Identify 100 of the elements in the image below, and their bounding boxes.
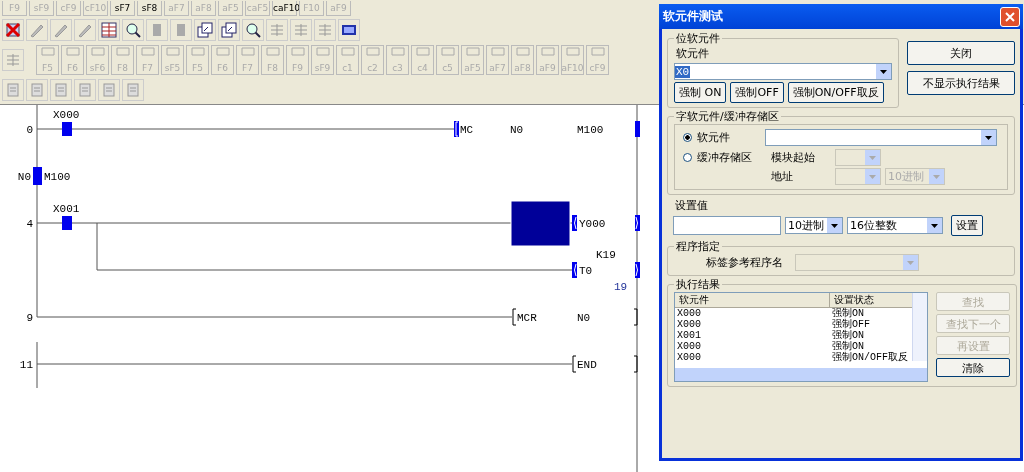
instruction-label: MC — [460, 124, 474, 136]
magnifier-icon — [125, 22, 141, 38]
document-icon — [53, 81, 69, 98]
tool-button[interactable] — [242, 19, 264, 41]
key-button[interactable]: sF8 — [137, 1, 162, 16]
setting-value: K19 — [596, 249, 616, 261]
nest-label: N0 — [17, 171, 31, 183]
device-label: M100 — [44, 171, 71, 183]
value-input[interactable] — [673, 216, 781, 235]
device-label: Y000 — [579, 218, 606, 230]
document-icon — [77, 81, 93, 98]
radix-dropdown[interactable]: 10进制 — [785, 217, 843, 234]
group-title: 程序指定 — [675, 239, 721, 254]
ladder-symbol-icon — [415, 47, 430, 56]
column-header[interactable]: 软元件 — [675, 293, 830, 307]
window-icon — [197, 22, 213, 38]
step-number: 11 — [19, 359, 33, 371]
horizontal-scrollbar[interactable] — [675, 368, 927, 381]
ladder-symbol-icon — [540, 47, 555, 56]
grid-icon — [101, 22, 117, 38]
ladder-symbol-icon — [340, 47, 355, 56]
instruction-bracket — [512, 308, 517, 326]
device-dropdown[interactable] — [765, 129, 997, 146]
step-number: 0 — [26, 124, 33, 136]
table-cell-text: X001 — [676, 330, 702, 341]
device-label: T0 — [579, 265, 593, 277]
table-cell: 强制ON — [832, 330, 864, 341]
document-icon — [5, 81, 21, 98]
instruction-bracket — [572, 355, 577, 373]
device-label: X001 — [53, 203, 80, 215]
table-cell: 强制ON — [832, 341, 864, 352]
ladder-symbol-icon — [315, 47, 330, 56]
dialog-button[interactable]: 不显示执行结果 — [907, 71, 1015, 95]
tool-button[interactable] — [338, 19, 360, 41]
radix-dropdown[interactable]: 10进制 — [885, 168, 945, 185]
instruction-end-bracket — [633, 308, 638, 326]
module-dropdown[interactable] — [835, 149, 881, 166]
force-button[interactable]: 强制ON/OFF取反 — [787, 82, 884, 103]
key-button[interactable]: caF10 — [272, 1, 297, 16]
ladder-symbol-icon — [240, 47, 255, 56]
table-cell-text: X000 — [676, 352, 702, 363]
instruction-end-bracket — [633, 355, 638, 373]
field-label: 模块起始 — [771, 150, 816, 165]
coil-bracket — [635, 262, 640, 278]
coil-bracket — [635, 215, 640, 231]
table-cell: 强制ON/OFF取反 — [832, 352, 908, 363]
pencil-icon — [29, 22, 45, 38]
table-cell-text: X000 — [676, 308, 702, 319]
ladder-symbol-icon — [90, 47, 105, 56]
table-cell: 强制ON — [832, 308, 864, 319]
set-button[interactable]: 设置 — [951, 215, 983, 236]
contact-marker — [62, 216, 72, 230]
close-icon — [1005, 11, 1015, 22]
field-label: 标签参考程序名 — [705, 255, 783, 270]
force-button[interactable]: 强制OFF — [730, 82, 784, 103]
contact-marker — [62, 122, 72, 136]
coil-bracket — [572, 262, 577, 278]
table-cell-text: X000 — [676, 341, 702, 352]
ladder-symbol-icon — [490, 47, 505, 56]
type-dropdown[interactable]: 16位整数 — [847, 217, 943, 234]
radio-option[interactable]: 缓冲存储区 — [683, 149, 759, 166]
ladder-symbol-icon — [65, 47, 80, 56]
ladder-symbol-icon — [115, 47, 130, 56]
tool-button[interactable] — [218, 19, 240, 41]
force-button[interactable]: 强制 ON — [674, 82, 727, 103]
window-icon — [221, 22, 237, 38]
lines-icon — [5, 52, 21, 68]
ladder-symbol-icon — [165, 47, 180, 56]
cross-icon — [5, 22, 21, 38]
tool-button[interactable] — [98, 19, 120, 41]
tool-button[interactable] — [194, 19, 216, 41]
close-button[interactable] — [1000, 6, 1020, 27]
ladder-symbol-icon — [365, 47, 380, 56]
field-label: 地址 — [771, 169, 794, 184]
tool-button[interactable] — [122, 19, 144, 41]
document-icon — [125, 81, 141, 98]
radio-option[interactable]: 软元件 — [683, 129, 759, 146]
monitor-icon — [341, 22, 357, 38]
address-dropdown[interactable] — [835, 168, 881, 185]
instruction-label: END — [577, 359, 597, 371]
operand-label: N0 — [510, 124, 524, 136]
device-dropdown[interactable]: X0 — [674, 63, 892, 80]
instruction-label: MCR — [517, 312, 537, 324]
ladder-symbol-icon — [265, 47, 280, 56]
result-button[interactable]: 清除 — [936, 358, 1010, 377]
lines-icon — [293, 22, 309, 38]
program-dropdown[interactable] — [795, 254, 919, 271]
ladder-symbol-icon — [390, 47, 405, 56]
ladder-symbol-icon — [590, 47, 605, 56]
document-icon — [101, 81, 117, 98]
field-label: 软元件 — [675, 46, 710, 61]
current-value: 19 — [614, 281, 628, 293]
lines-icon — [269, 22, 285, 38]
vertical-scrollbar[interactable] — [912, 293, 927, 361]
dialog-button[interactable]: 关闭 — [907, 41, 1015, 65]
key-button[interactable]: sF7 — [110, 1, 135, 16]
section-title: 设置值 — [674, 198, 709, 213]
tool-button[interactable] — [2, 19, 24, 41]
column-header[interactable]: 设置状态 — [830, 293, 874, 307]
step-number: 9 — [26, 312, 33, 324]
